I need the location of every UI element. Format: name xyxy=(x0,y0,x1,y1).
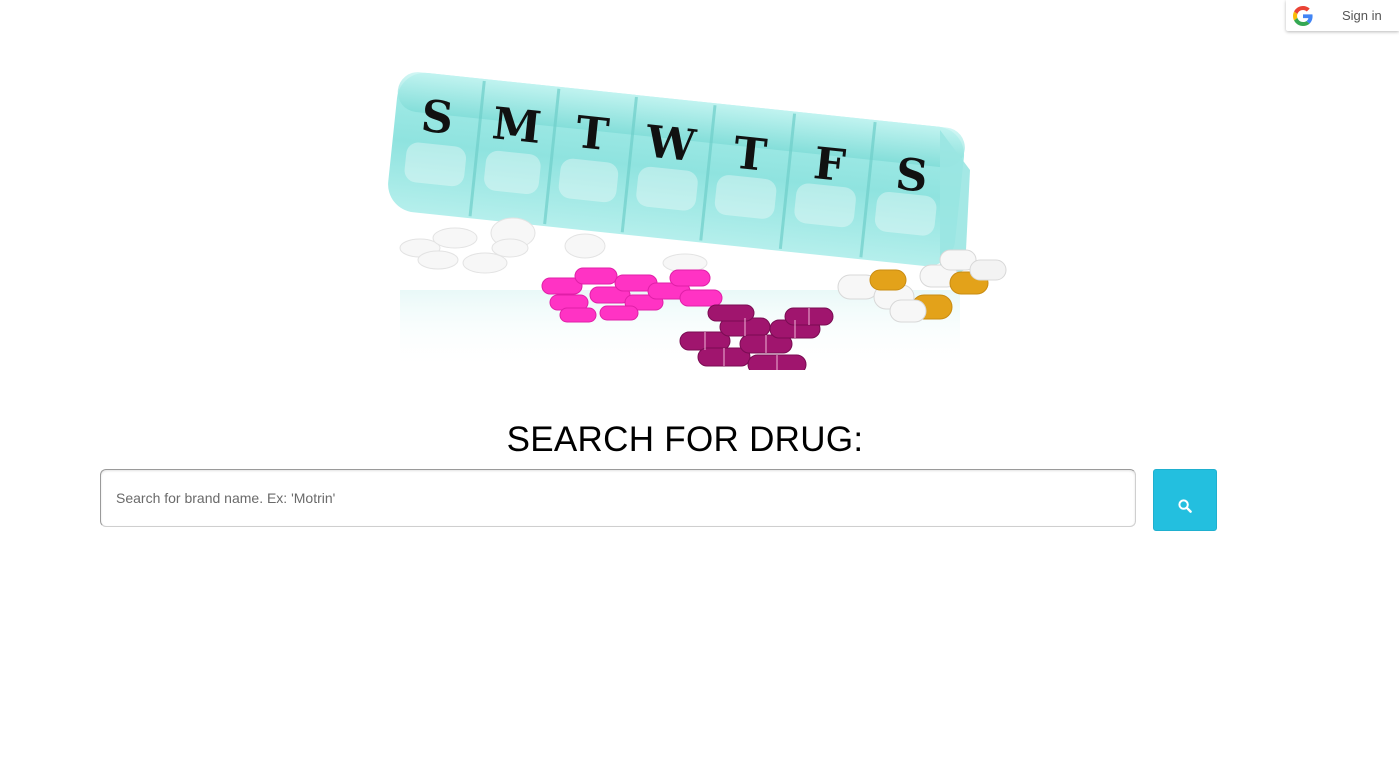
google-g-icon xyxy=(1293,5,1313,26)
day-letter-tuesday: T xyxy=(573,107,611,161)
pill-organizer-image: S M T W T F S xyxy=(388,72,1007,370)
day-letter-monday: M xyxy=(490,98,544,154)
signin-label: Sign in xyxy=(1342,8,1382,23)
day-letter-thursday: T xyxy=(731,128,769,182)
search-icon xyxy=(1178,499,1192,513)
search-button[interactable] xyxy=(1153,469,1217,531)
google-signin-button[interactable]: Sign in xyxy=(1286,0,1399,31)
day-letter-friday: F xyxy=(811,138,847,192)
page-title: SEARCH FOR DRUG: xyxy=(506,420,864,459)
day-letter-sunday: S xyxy=(419,91,456,145)
page: Sign in S M T W T F S SEARCH FOR DRUG: S… xyxy=(0,0,1399,765)
day-letter-wednesday: W xyxy=(642,116,698,172)
day-letter-saturday: S xyxy=(893,149,930,203)
search-input[interactable] xyxy=(100,469,1136,527)
